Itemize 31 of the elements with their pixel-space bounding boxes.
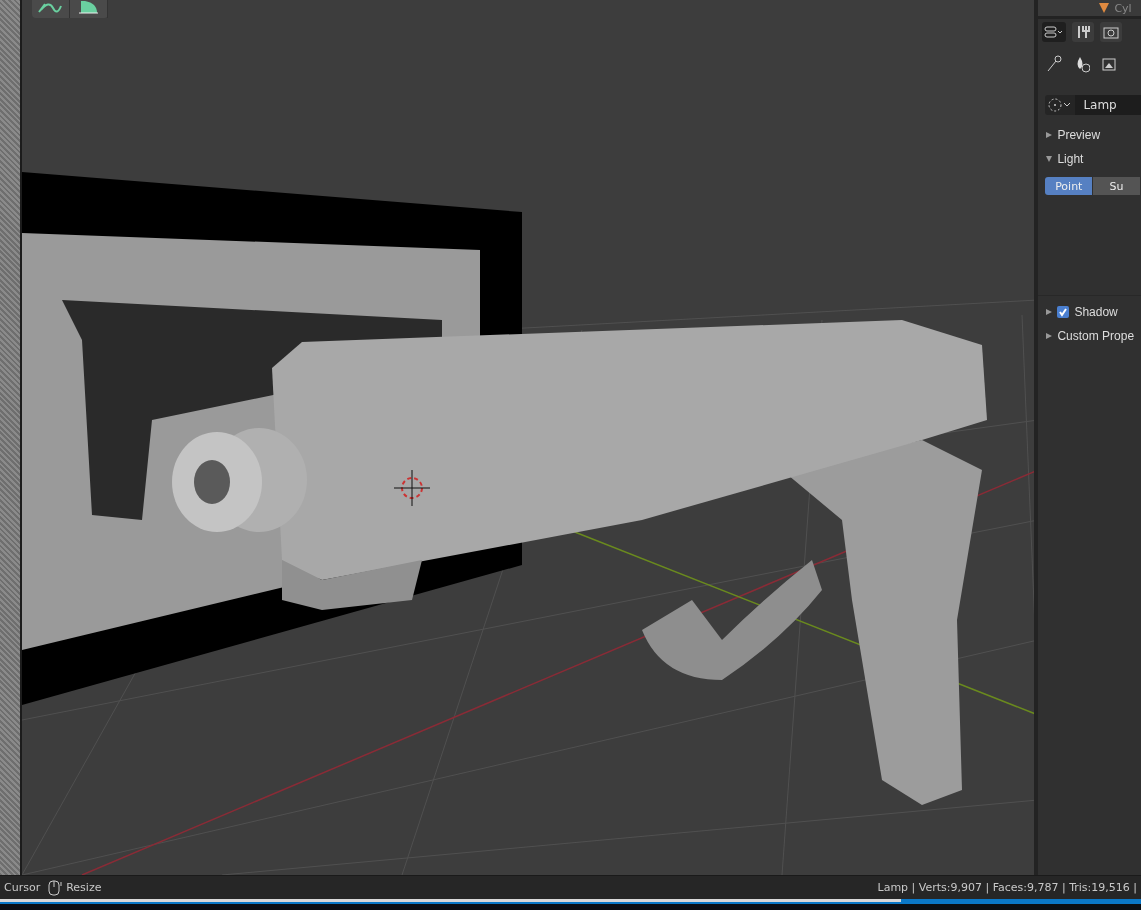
image-icon[interactable]: [1102, 56, 1119, 72]
3d-cursor-icon: [393, 469, 431, 507]
panel-header[interactable]: Light: [1038, 147, 1141, 171]
status-hint: Cursor: [4, 881, 41, 894]
ruler-protractor-icon: [77, 0, 100, 15]
collapse-arrow-icon: [1046, 156, 1053, 162]
pencil-curve-icon: [37, 0, 64, 14]
tool-tab[interactable]: [1072, 22, 1095, 42]
point-light-icon: [1048, 98, 1073, 112]
status-hint: Resize: [66, 881, 102, 894]
editor-type-icon: [1044, 26, 1065, 38]
outliner-item-label: Cyl: [1114, 1, 1132, 15]
cone-icon: [1098, 2, 1111, 14]
light-probe-icon[interactable]: [1046, 55, 1063, 73]
mouse-icon: [48, 879, 63, 896]
panel-header[interactable]: Custom Prope: [1038, 324, 1141, 348]
expand-arrow-icon: [1046, 333, 1053, 339]
tools-icon: [1076, 25, 1091, 39]
expand-arrow-icon: [1046, 309, 1053, 315]
camera-icon: [1103, 25, 1120, 39]
panel-header[interactable]: Preview: [1038, 123, 1141, 147]
scene-stats: Lamp | Verts:9,907 | Faces:9,787 | Tris:19,516 |: [877, 881, 1138, 894]
editor-type-button[interactable]: [1042, 22, 1067, 42]
expand-arrow-icon: [1046, 132, 1053, 138]
light-type-dropdown[interactable]: [1045, 95, 1076, 115]
viewport[interactable]: [21, 0, 1035, 875]
data-name-field[interactable]: Lamp: [1075, 95, 1141, 115]
checkbox[interactable]: [1057, 306, 1070, 318]
light-type-tab[interactable]: Su: [1093, 177, 1141, 195]
panel-header[interactable]: Shadow: [1038, 300, 1141, 324]
render-tab[interactable]: [1100, 22, 1123, 42]
